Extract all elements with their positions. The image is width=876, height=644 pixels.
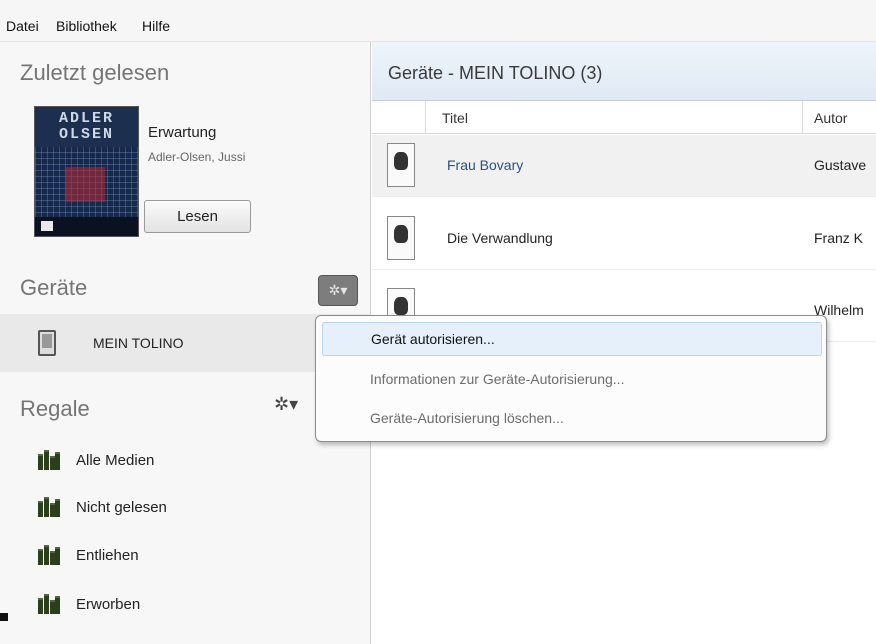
- book-cover[interactable]: ADLER OLSEN: [34, 106, 139, 237]
- read-button[interactable]: Lesen: [144, 200, 251, 233]
- device-header: Geräte - MEIN TOLINO (3): [372, 42, 876, 101]
- recent-book-author: Adler-Olsen, Jussi: [148, 150, 246, 164]
- shelf-icon: [38, 497, 60, 517]
- row-title: Frau Bovary: [447, 157, 524, 173]
- column-header-autor[interactable]: Autor: [814, 110, 847, 126]
- shelf-icon: [38, 450, 60, 470]
- table-row[interactable]: Die Verwandlung Franz K: [372, 208, 876, 270]
- menu-datei[interactable]: Datei: [6, 18, 39, 34]
- shelf-icon: [38, 594, 60, 614]
- recent-heading: Zuletzt gelesen: [20, 60, 170, 85]
- cover-footer: [35, 217, 138, 236]
- cover-logo: ADLER OLSEN: [35, 107, 138, 147]
- menu-item-authorization-info[interactable]: Informationen zur Geräte-Autorisierung..…: [322, 362, 822, 396]
- shelves-settings-button[interactable]: ✲▾: [274, 394, 298, 415]
- menu-item-delete-authorization[interactable]: Geräte-Autorisierung löschen...: [322, 401, 822, 435]
- menu-bar: Datei Bibliothek Hilfe: [0, 0, 876, 42]
- row-author: Franz K: [814, 230, 864, 246]
- book-thumbnail: [387, 216, 415, 260]
- shelf-icon: [38, 545, 60, 565]
- table-row[interactable]: Frau Bovary Gustave: [372, 135, 876, 197]
- menu-item-authorize-device[interactable]: Gerät autorisieren...: [322, 322, 822, 356]
- row-author: Gustave: [814, 157, 867, 173]
- gear-icon: ✲▾: [328, 282, 348, 298]
- shelf-label: Alle Medien: [76, 452, 155, 469]
- row-title: Die Verwandlung: [447, 230, 553, 246]
- column-header-titel[interactable]: Titel: [442, 110, 468, 126]
- bullet-marker: [0, 613, 8, 621]
- column-divider[interactable]: [802, 101, 803, 134]
- book-thumbnail: [387, 143, 415, 187]
- devices-settings-button[interactable]: ✲▾: [318, 275, 358, 306]
- device-item-label: MEIN TOLINO: [93, 335, 184, 351]
- menu-bibliothek[interactable]: Bibliothek: [56, 18, 117, 34]
- shelves-heading: Regale: [20, 396, 90, 421]
- cover-accent: [65, 167, 105, 202]
- devices-heading: Geräte: [20, 275, 88, 300]
- gear-icon: ✲▾: [274, 394, 299, 414]
- column-divider[interactable]: [425, 101, 426, 134]
- recent-book-title: Erwartung: [148, 124, 217, 141]
- page-title: Geräte - MEIN TOLINO (3): [388, 63, 603, 83]
- shelf-label: Erworben: [76, 596, 141, 613]
- device-context-menu: Gerät autorisieren... Informationen zur …: [315, 315, 827, 442]
- ereader-icon: [38, 330, 56, 356]
- shelf-label: Entliehen: [76, 547, 139, 564]
- table-header: Titel Autor: [372, 101, 876, 134]
- menu-hilfe[interactable]: Hilfe: [142, 18, 170, 34]
- shelf-label: Nicht gelesen: [76, 499, 167, 516]
